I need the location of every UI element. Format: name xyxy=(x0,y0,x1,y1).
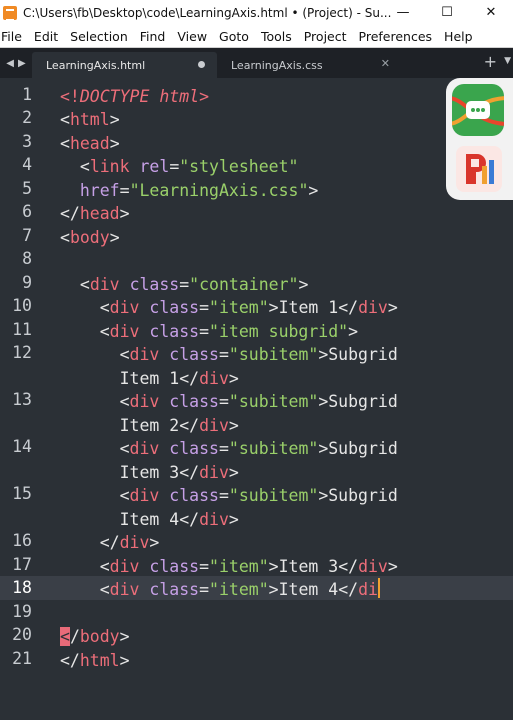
code-line-20: </body> xyxy=(60,627,130,646)
menu-tools[interactable]: Tools xyxy=(255,29,298,44)
tab-menu-icon[interactable]: ▼ xyxy=(504,56,511,66)
tab-nav: ◀ ▶ xyxy=(0,48,32,78)
code-line-6: </head> xyxy=(60,204,130,223)
menu-view[interactable]: View xyxy=(171,29,213,44)
line-number: 13 xyxy=(12,390,32,409)
menu-help[interactable]: Help xyxy=(438,29,479,44)
maximize-button[interactable]: ☐ xyxy=(425,0,469,25)
window-controls: — ☐ ✕ xyxy=(381,0,513,25)
tab-next-icon[interactable]: ▶ xyxy=(18,58,26,69)
code-line-17: <div class="item">Item 3</div> xyxy=(60,557,398,576)
code-line-12-wrap: Item 1</div> xyxy=(60,369,239,388)
code-line-2: <html> xyxy=(60,110,120,129)
code-line-7: <body> xyxy=(60,228,120,247)
menu-selection[interactable]: Selection xyxy=(64,29,134,44)
line-number: 14 xyxy=(12,437,32,456)
tab-prev-icon[interactable]: ◀ xyxy=(6,58,14,69)
minimize-button[interactable]: — xyxy=(381,0,425,25)
code-line-16: </div> xyxy=(60,533,160,552)
matching-bracket-highlight: < xyxy=(60,627,70,646)
new-tab-icon[interactable]: + xyxy=(484,52,497,71)
menu-preferences[interactable]: Preferences xyxy=(353,29,439,44)
line-number-current: 18 xyxy=(12,578,32,597)
code-line-5: href="LearningAxis.css"> xyxy=(79,181,319,200)
menu-project[interactable]: Project xyxy=(298,29,353,44)
line-number: 9 xyxy=(22,273,32,292)
tab-bar: ◀ ▶ LearningAxis.html LearningAxis.css ✕… xyxy=(0,48,513,78)
code-line-15-wrap: Item 4</div> xyxy=(60,510,239,529)
code-line-4: <link rel="stylesheet" xyxy=(60,157,299,176)
line-number: 8 xyxy=(22,249,32,268)
line-number: 5 xyxy=(22,179,32,198)
line-number: 1 xyxy=(22,85,32,104)
line-number: 21 xyxy=(12,649,32,668)
line-number: 7 xyxy=(22,226,32,245)
presentation-app-icon[interactable] xyxy=(456,146,502,192)
code-line-13: <div class="subitem">Subgrid xyxy=(60,392,398,411)
code-line-13-wrap: Item 2</div> xyxy=(60,416,239,435)
code-line-21: </html> xyxy=(60,651,130,670)
menu-edit[interactable]: Edit xyxy=(28,29,64,44)
tab-learningaxis-css[interactable]: LearningAxis.css ✕ xyxy=(217,52,402,78)
line-number: 4 xyxy=(22,155,32,174)
line-number: 20 xyxy=(12,625,32,644)
text-caret xyxy=(377,578,380,598)
menu-find[interactable]: Find xyxy=(134,29,172,44)
code-line-1: <!DOCTYPE html> xyxy=(60,87,210,106)
floating-app-dock xyxy=(446,78,513,200)
sublime-app-icon xyxy=(3,5,17,21)
code-line-3: <head> xyxy=(60,134,120,153)
code-line-12: <div class="subitem">Subgrid xyxy=(60,345,398,364)
chat-app-icon[interactable] xyxy=(452,84,504,136)
tab-label: LearningAxis.html xyxy=(46,58,146,72)
code-line-9: <div class="container"> xyxy=(60,275,309,294)
title-bar: C:\Users\fb\Desktop\code\LearningAxis.ht… xyxy=(0,0,513,25)
line-number: 10 xyxy=(12,296,32,315)
line-number: 3 xyxy=(22,132,32,151)
code-line-15: <div class="subitem">Subgrid xyxy=(60,486,398,505)
line-number: 16 xyxy=(12,531,32,550)
line-number: 2 xyxy=(22,108,32,127)
line-number: 11 xyxy=(12,320,32,339)
tab-learningaxis-html[interactable]: LearningAxis.html xyxy=(32,52,217,78)
code-line-11: <div class="item subgrid"> xyxy=(60,322,359,341)
line-number: 12 xyxy=(12,343,32,362)
close-button[interactable]: ✕ xyxy=(469,0,513,25)
line-number: 17 xyxy=(12,555,32,574)
code-line-18: <div class="item">Item 4</di xyxy=(60,578,380,599)
code-line-10: <div class="item">Item 1</div> xyxy=(60,298,398,317)
code-line-14: <div class="subitem">Subgrid xyxy=(60,439,398,458)
code-editor[interactable]: 1 2 3 4 5 6 7 8 9 10 11 12 13 14 15 16 1… xyxy=(0,78,513,720)
window-title: C:\Users\fb\Desktop\code\LearningAxis.ht… xyxy=(23,5,392,20)
line-number: 19 xyxy=(12,602,32,621)
tab-label: LearningAxis.css xyxy=(231,58,323,72)
menu-goto[interactable]: Goto xyxy=(213,29,255,44)
line-number: 15 xyxy=(12,484,32,503)
code-line-14-wrap: Item 3</div> xyxy=(60,463,239,482)
menu-file[interactable]: File xyxy=(0,29,28,44)
menu-bar: File Edit Selection Find View Goto Tools… xyxy=(0,25,513,48)
tab-close-icon[interactable]: ✕ xyxy=(381,57,390,70)
unsaved-dot-icon[interactable] xyxy=(198,61,205,68)
line-number: 6 xyxy=(22,202,32,221)
